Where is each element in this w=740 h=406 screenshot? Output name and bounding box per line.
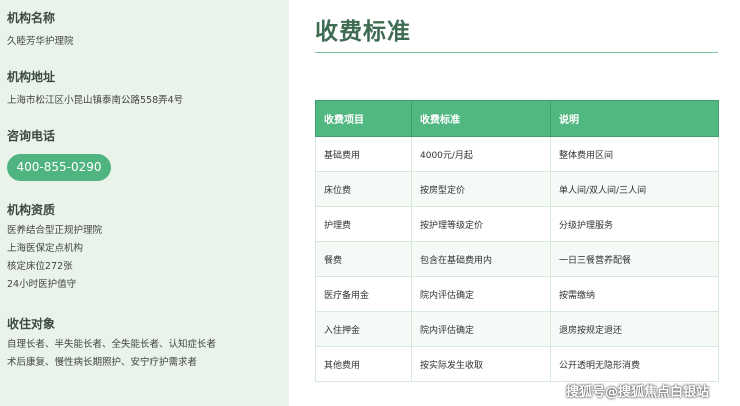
qualification-heading: 机构资质: [7, 203, 56, 217]
cell-description: 一日三餐营养配餐: [550, 241, 719, 277]
table-row: 护理费 按护理等级定价 分级护理服务: [315, 206, 719, 242]
table-row: 医疗备用金 院内评估确定 按需缴纳: [315, 276, 719, 312]
cell-description: 按需缴纳: [550, 276, 719, 312]
phone-heading: 咨询电话: [7, 129, 56, 143]
source-watermark: 搜狐号@搜狐焦点白银站: [566, 385, 710, 400]
qualification-line: 上海医保定点机构: [7, 243, 84, 254]
audience-line: 自理长者、半失能长者、全失能长者、认知症长者: [7, 339, 217, 350]
page-title: 收费标准: [315, 19, 411, 45]
cell-fee-item: 床位费: [315, 171, 412, 207]
cell-description: 整体费用区间: [550, 136, 719, 172]
header-description: 说明: [550, 100, 719, 137]
audience-heading: 收住对象: [7, 317, 56, 331]
header-fee-item: 收费项目: [315, 100, 412, 137]
table-row: 餐费 包含在基础费用内 一日三餐营养配餐: [315, 241, 719, 277]
address-section: 机构地址 上海市松江区小昆山镇泰南公路558弄4号: [7, 70, 183, 110]
cell-fee-item: 入住押金: [315, 311, 412, 347]
phone-section: 咨询电话: [7, 129, 55, 143]
cell-fee-standard: 院内评估确定: [411, 311, 551, 347]
qualification-line: 医养结合型正规护理院: [7, 225, 103, 236]
table-row: 基础费用 4000元/月起 整体费用区间: [315, 136, 719, 172]
qualification-line: 24小时医护值守: [7, 279, 77, 290]
table-header-row: 收费项目 收费标准 说明: [315, 100, 719, 137]
cell-fee-standard: 4000元/月起: [411, 136, 551, 172]
cell-fee-item: 餐费: [315, 241, 412, 277]
cell-fee-item: 护理费: [315, 206, 412, 242]
title-divider: [315, 52, 718, 53]
org-name-section: 机构名称 久睦芳华护理院: [7, 11, 74, 51]
table-row: 其他费用 按实际发生收取 公开透明无隐形消费: [315, 346, 719, 382]
cell-description: 公开透明无隐形消费: [550, 346, 719, 382]
cell-description: 分级护理服务: [550, 206, 719, 242]
cell-fee-item: 医疗备用金: [315, 276, 412, 312]
audience-line: 术后康复、慢性病长期照护、安宁疗护需求者: [7, 357, 198, 368]
org-name-value: 久睦芳华护理院: [7, 36, 74, 47]
org-name-heading: 机构名称: [7, 11, 56, 25]
header-fee-standard: 收费标准: [411, 100, 551, 137]
cell-description: 退房按规定退还: [550, 311, 719, 347]
cell-fee-item: 基础费用: [315, 136, 412, 172]
qualification-line: 核定床位272张: [7, 261, 73, 272]
cell-fee-standard: 按房型定价: [411, 171, 551, 207]
fee-table: 收费项目 收费标准 说明 基础费用 4000元/月起 整体费用区间 床位费 按房…: [315, 100, 719, 382]
cell-description: 单人间/双人间/三人间: [550, 171, 719, 207]
qualification-section: 机构资质 医养结合型正规护理院 上海医保定点机构 核定床位272张 24小时医护…: [7, 203, 102, 294]
cell-fee-standard: 院内评估确定: [411, 276, 551, 312]
phone-number-badge[interactable]: 400-855-0290: [7, 154, 111, 181]
cell-fee-standard: 包含在基础费用内: [411, 241, 551, 277]
table-row: 床位费 按房型定价 单人间/双人间/三人间: [315, 171, 719, 207]
address-heading: 机构地址: [7, 70, 56, 84]
address-value: 上海市松江区小昆山镇泰南公路558弄4号: [7, 95, 184, 106]
info-sidebar: 机构名称 久睦芳华护理院 机构地址 上海市松江区小昆山镇泰南公路558弄4号 咨…: [0, 0, 289, 406]
cell-fee-item: 其他费用: [315, 346, 412, 382]
cell-fee-standard: 按护理等级定价: [411, 206, 551, 242]
cell-fee-standard: 按实际发生收取: [411, 346, 551, 382]
audience-section: 收住对象 自理长者、半失能长者、全失能长者、认知症长者 术后康复、慢性病长期照护…: [7, 317, 216, 372]
table-row: 入住押金 院内评估确定 退房按规定退还: [315, 311, 719, 347]
